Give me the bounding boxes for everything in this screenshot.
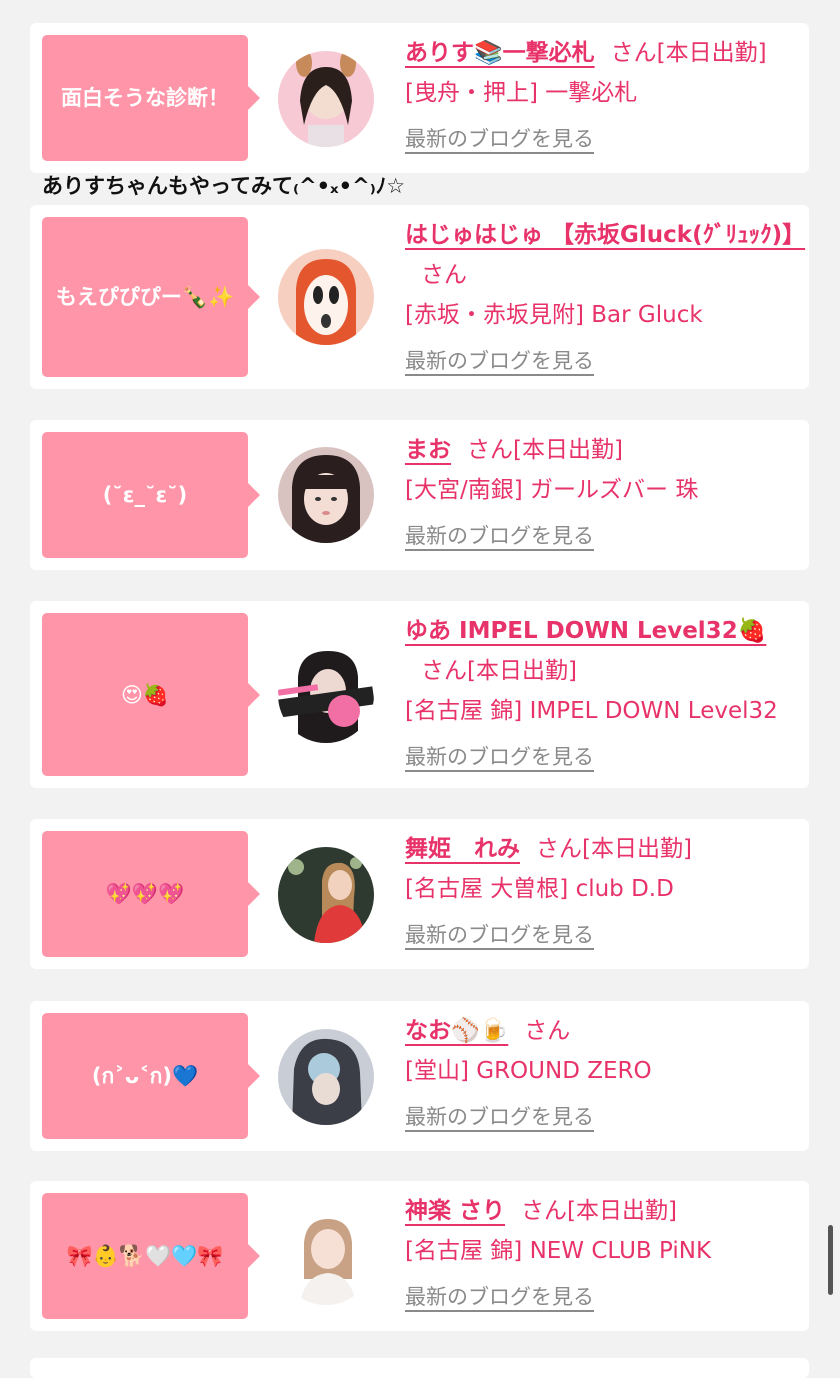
blog-link[interactable]: 最新のブログを見る [405,119,594,159]
girl-card: 😍🍓 ゆあ IMPEL DOWN Level32🍓 さん[本日出勤] [名古屋 錦… [30,601,809,788]
girl-name-link[interactable]: なお⚾🍺 [405,1018,508,1044]
blog-link[interactable]: 最新のブログを見る [405,1097,594,1137]
caption-text: ありすちゃんもやってみて₍^•ₓ•^₎ﾉ☆ [42,174,406,198]
blog-link[interactable]: 最新のブログを見る [405,915,594,955]
avatar[interactable] [278,647,374,743]
shop-place: [名古屋 大曽根] club D.D [405,876,674,902]
girl-info: はじゅはじゅ 【赤坂Gluck(ｸﾞﾘｭｯｸ)】さん [赤坂・赤坂見附] Bar… [405,215,805,381]
shop-place: [名古屋 錦] IMPEL DOWN Level32 [405,698,778,724]
blog-link[interactable]: 最新のブログを見る [405,516,594,556]
avatar[interactable] [278,51,374,147]
avatar[interactable] [278,249,374,345]
blog-link[interactable]: 最新のブログを見る [405,737,594,777]
status-badge: [本日出勤] [582,836,692,862]
message-bubble: 😍🍓 [42,613,260,776]
avatar[interactable] [278,847,374,943]
girl-info: まお さん[本日出勤] [大宮/南銀] ガールズバー 珠 最新のブログを見る [405,430,797,556]
next-card-partial [30,1358,809,1378]
san-label: さん [421,658,467,684]
girl-info: ありす📚一撃必札 さん[本日出勤] [曳舟・押上] 一撃必札 最新のブログを見る [405,33,797,159]
status-badge: [本日出勤] [467,658,577,684]
girl-card: 面白そうな診断！ ありす📚一撃必札 さん[本日出勤] [曳舟・押上] 一撃必札 最… [30,23,809,173]
girl-card: もえぴぴぴー🍾✨ はじゅはじゅ 【赤坂Gluck(ｸﾞﾘｭｯｸ)】さん [赤坂・… [30,205,809,389]
message-bubble: (˘ε_˘ε˘) [42,432,260,558]
message-bubble: (ก˃ᴗ˂ก)💙 [42,1013,260,1139]
shop-place: [曳舟・押上] 一撃必札 [405,80,638,106]
girl-info: ゆあ IMPEL DOWN Level32🍓 さん[本日出勤] [名古屋 錦] I… [405,611,797,777]
girl-name-link[interactable]: ゆあ IMPEL DOWN Level32🍓 [405,618,766,644]
girl-info: 舞姫 れみ さん[本日出勤] [名古屋 大曽根] club D.D 最新のブログを… [405,829,797,955]
message-bubble: 面白そうな診断！ [42,35,260,161]
message-text: 💖💖💖 [105,882,185,906]
san-label: さん [421,262,467,288]
girl-name-link[interactable]: 神楽 さり [405,1198,505,1224]
status-badge: [本日出勤] [513,437,623,463]
san-label: さん [521,1198,568,1224]
girl-card: (ก˃ᴗ˂ก)💙 なお⚾🍺 さん [堂山] GROUND ZERO 最新のブログを… [30,1001,809,1151]
status-badge: [本日出勤] [567,1198,677,1224]
blog-link[interactable]: 最新のブログを見る [405,1277,594,1317]
girl-card: 🎀👶🐕🤍🩵🎀 神楽 さり さん[本日出勤] [名古屋 錦] NEW CLUB Pi… [30,1181,809,1331]
girl-name-link[interactable]: はじゅはじゅ 【赤坂Gluck(ｸﾞﾘｭｯｸ)】 [405,222,805,248]
scrollbar[interactable] [828,1225,833,1295]
san-label: さん [610,40,657,66]
message-text: 😍🍓 [120,682,170,707]
message-bubble: もえぴぴぴー🍾✨ [42,217,260,377]
message-text: もえぴぴぴー🍾✨ [55,285,235,309]
shop-place: [名古屋 錦] NEW CLUB PiNK [405,1238,712,1264]
avatar[interactable] [278,1209,374,1305]
girl-card: 💖💖💖 舞姫 れみ さん[本日出勤] [名古屋 大曽根] club D.D 最新の… [30,819,809,969]
san-label: さん [524,1018,571,1044]
message-text: (˘ε_˘ε˘) [102,483,188,507]
san-label: さん [536,836,582,862]
message-text: 🎀👶🐕🤍🩵🎀 [66,1244,224,1268]
avatar[interactable] [278,447,374,543]
girl-info: 神楽 さり さん[本日出勤] [名古屋 錦] NEW CLUB PiNK 最新のブ… [405,1191,797,1317]
girl-name-link[interactable]: ありす📚一撃必札 [405,40,595,66]
blog-link[interactable]: 最新のブログを見る [405,341,594,381]
girl-card: (˘ε_˘ε˘) まお さん[本日出勤] [大宮/南銀] ガールズバー 珠 最新の… [30,420,809,570]
shop-place: [堂山] GROUND ZERO [405,1058,652,1084]
status-badge: [本日出勤] [656,40,767,66]
girl-name-link[interactable]: 舞姫 れみ [405,836,520,862]
message-bubble: 💖💖💖 [42,831,260,957]
message-text: 面白そうな診断！ [61,86,229,110]
girl-name-link[interactable]: まお [405,437,451,463]
message-text: (ก˃ᴗ˂ก)💙 [91,1064,199,1088]
avatar[interactable] [278,1029,374,1125]
shop-place: [赤坂・赤坂見附] Bar Gluck [405,302,703,328]
message-bubble: 🎀👶🐕🤍🩵🎀 [42,1193,260,1319]
san-label: さん [467,437,513,463]
girl-info: なお⚾🍺 さん [堂山] GROUND ZERO 最新のブログを見る [405,1011,797,1137]
shop-place: [大宮/南銀] ガールズバー 珠 [405,477,699,503]
